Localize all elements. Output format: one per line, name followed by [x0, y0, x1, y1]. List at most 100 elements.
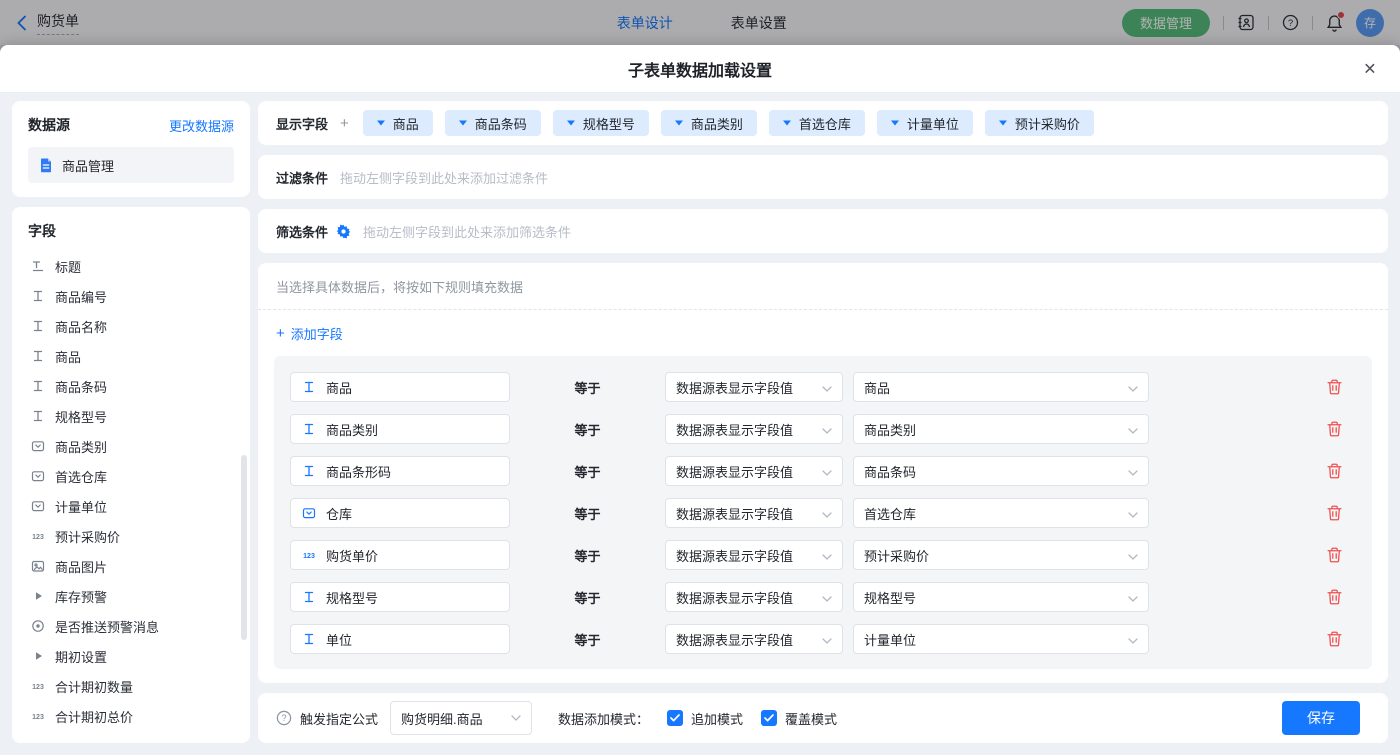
field-item[interactable]: 商品	[28, 341, 242, 371]
text-field-icon	[30, 289, 46, 303]
delete-rule-button[interactable]	[1327, 505, 1342, 521]
fields-scrollbar[interactable]	[241, 455, 247, 640]
rule-field-box[interactable]: 123购货单价	[290, 540, 510, 570]
display-field-chip[interactable]: 商品条码	[445, 110, 541, 136]
rule-row: 规格型号等于数据源表显示字段值规格型号	[290, 582, 1356, 612]
chevron-down-icon	[1128, 632, 1138, 647]
display-field-chip[interactable]: 商品类别	[661, 110, 757, 136]
field-item[interactable]: 计量单位	[28, 491, 242, 521]
rule-row: 商品类别等于数据源表显示字段值商品类别	[290, 414, 1356, 444]
caret-down-icon[interactable]	[675, 120, 683, 126]
add-display-field-button[interactable]: +	[340, 115, 349, 132]
change-datasource-link[interactable]: 更改数据源	[169, 116, 234, 135]
rule-value-select[interactable]: 首选仓库	[853, 498, 1149, 528]
rule-field-box[interactable]: 规格型号	[290, 582, 510, 612]
gear-icon[interactable]	[336, 224, 351, 239]
rule-value-select[interactable]: 商品	[853, 372, 1149, 402]
number-field-icon: 123	[30, 529, 46, 543]
rule-source-select[interactable]: 数据源表显示字段值	[665, 498, 843, 528]
caret-down-icon[interactable]	[567, 120, 575, 126]
caret-down-icon[interactable]	[783, 120, 791, 126]
caret-down-icon[interactable]	[377, 120, 385, 126]
field-item[interactable]: 商品图片	[28, 551, 242, 581]
plus-icon: +	[276, 325, 285, 342]
field-item[interactable]: 商品编号	[28, 281, 242, 311]
trigger-formula-select[interactable]: 购货明细.商品	[390, 701, 532, 735]
field-item[interactable]: 123合计期初总价	[28, 701, 242, 731]
rule-source-select[interactable]: 数据源表显示字段值	[665, 582, 843, 612]
number-field-icon: 123	[301, 548, 317, 562]
field-item[interactable]: 期初设置	[28, 641, 242, 671]
close-icon[interactable]: ×	[1364, 58, 1376, 79]
display-field-chip[interactable]: 首选仓库	[769, 110, 865, 136]
field-item[interactable]: 规格型号	[28, 401, 242, 431]
app-header: 购货单 表单设计表单设置 数据管理 ? 存	[0, 0, 1400, 45]
field-item[interactable]: 123合计期初数量	[28, 671, 242, 701]
rule-source-select[interactable]: 数据源表显示字段值	[665, 540, 843, 570]
field-item[interactable]: 商品类别	[28, 431, 242, 461]
main-area: 显示字段 + 商品商品条码规格型号商品类别首选仓库计量单位预计采购价 过滤条件 …	[258, 101, 1388, 743]
caret-down-icon[interactable]	[459, 120, 467, 126]
field-item[interactable]: 商品条码	[28, 371, 242, 401]
rule-source-select[interactable]: 数据源表显示字段值	[665, 624, 843, 654]
help-circle-icon[interactable]: ?	[276, 710, 292, 726]
datasource-item[interactable]: 商品管理	[28, 147, 234, 183]
rule-value-select[interactable]: 商品条码	[853, 456, 1149, 486]
select-field-icon	[301, 506, 317, 520]
field-item-label: 商品名称	[55, 317, 107, 336]
display-field-chip[interactable]: 商品	[363, 110, 433, 136]
rule-value-select[interactable]: 预计采购价	[853, 540, 1149, 570]
display-field-chip[interactable]: 预计采购价	[985, 110, 1094, 136]
chevron-down-icon	[822, 632, 832, 647]
field-item[interactable]: 123预计采购价	[28, 521, 242, 551]
rule-field-box[interactable]: 单位	[290, 624, 510, 654]
rule-field-box[interactable]: 商品	[290, 372, 510, 402]
display-field-chip[interactable]: 规格型号	[553, 110, 649, 136]
text-field-icon	[30, 319, 46, 333]
rule-field-box[interactable]: 商品条形码	[290, 456, 510, 486]
rule-operator: 等于	[510, 630, 665, 649]
checkbox-checked-icon[interactable]	[761, 710, 777, 726]
caret-down-icon[interactable]	[999, 120, 1007, 126]
mode-checkbox-append[interactable]: 追加模式	[667, 709, 743, 728]
modal-overlay	[0, 0, 1400, 45]
filter-condition-dropzone[interactable]: 过滤条件 拖动左侧字段到此处来添加过滤条件	[258, 155, 1388, 199]
add-rule-field-button[interactable]: + 添加字段	[276, 324, 343, 343]
field-item[interactable]: 是否推送预警消息	[28, 611, 242, 641]
field-item[interactable]: 商品名称	[28, 311, 242, 341]
mode-checkbox-overwrite[interactable]: 覆盖模式	[761, 709, 837, 728]
field-item[interactable]: 首选仓库	[28, 461, 242, 491]
field-item[interactable]: 标题	[28, 251, 242, 281]
rule-value-select[interactable]: 计量单位	[853, 624, 1149, 654]
screen-condition-dropzone[interactable]: 筛选条件 拖动左侧字段到此处来添加筛选条件	[258, 209, 1388, 253]
rule-value-select[interactable]: 规格型号	[853, 582, 1149, 612]
rule-value-select[interactable]: 商品类别	[853, 414, 1149, 444]
display-field-chip[interactable]: 计量单位	[877, 110, 973, 136]
rule-source-select[interactable]: 数据源表显示字段值	[665, 456, 843, 486]
chip-label: 预计采购价	[1015, 114, 1080, 133]
number-field-icon: 123	[30, 679, 46, 693]
rule-source-select[interactable]: 数据源表显示字段值	[665, 414, 843, 444]
checkbox-checked-icon[interactable]	[667, 710, 683, 726]
delete-rule-button[interactable]	[1327, 421, 1342, 437]
title-field-icon	[30, 259, 46, 273]
caret-down-icon[interactable]	[891, 120, 899, 126]
rule-source-select[interactable]: 数据源表显示字段值	[665, 372, 843, 402]
field-item[interactable]: 库存预警	[28, 581, 242, 611]
text-field-icon	[30, 379, 46, 393]
divider	[258, 309, 1388, 310]
svg-text:?: ?	[281, 713, 286, 723]
delete-rule-button[interactable]	[1327, 547, 1342, 563]
save-button[interactable]: 保存	[1282, 701, 1360, 735]
rule-field-label: 仓库	[326, 504, 352, 523]
delete-rule-button[interactable]	[1327, 463, 1342, 479]
delete-rule-button[interactable]	[1327, 379, 1342, 395]
field-item-label: 商品编号	[55, 287, 107, 306]
rule-field-box[interactable]: 商品类别	[290, 414, 510, 444]
rule-value: 首选仓库	[864, 504, 916, 523]
rule-source-value: 数据源表显示字段值	[676, 630, 793, 649]
delete-rule-button[interactable]	[1327, 631, 1342, 647]
data-add-mode-label: 数据添加模式：	[558, 709, 649, 728]
rule-field-box[interactable]: 仓库	[290, 498, 510, 528]
delete-rule-button[interactable]	[1327, 589, 1342, 605]
